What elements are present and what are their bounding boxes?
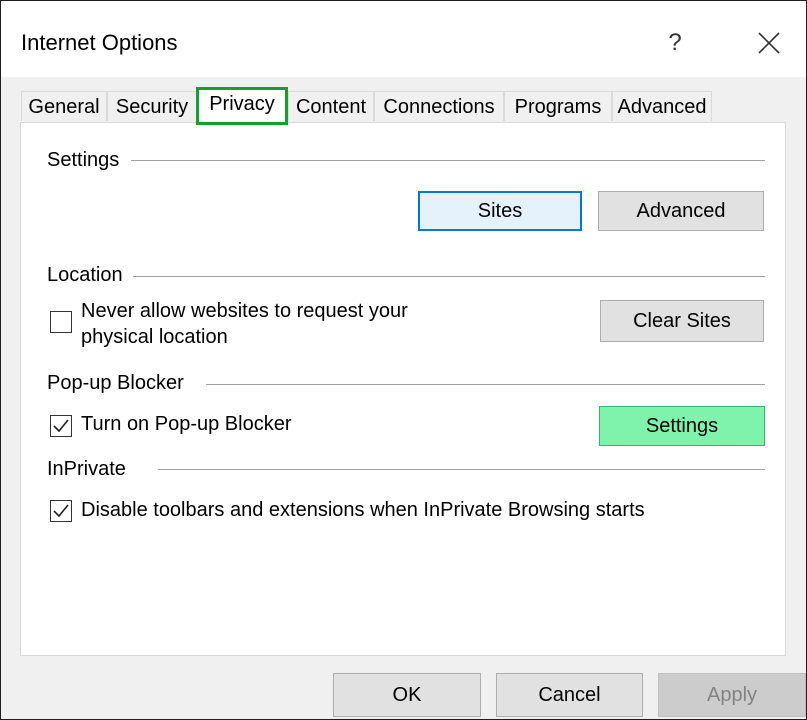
tab-programs[interactable]: Programs [504,91,612,121]
tab-connections[interactable]: Connections [374,91,504,121]
disable-toolbars-checkbox[interactable] [50,500,72,522]
never-allow-location-label-line1: Never allow websites to request your [81,300,408,322]
never-allow-location-label-line2: physical location [81,326,228,348]
inprivate-group-divider [158,469,765,470]
popup-settings-button[interactable]: Settings [599,406,765,446]
location-group-divider [133,276,765,277]
never-allow-location-checkbox[interactable] [50,311,72,333]
privacy-panel: Settings Sites Advanced Location Never a… [20,122,786,656]
disable-toolbars-label: Disable toolbars and extensions when InP… [81,499,645,521]
advanced-button[interactable]: Advanced [598,191,764,231]
help-button[interactable]: ? [653,23,697,63]
popup-group-divider [206,384,765,385]
title-bar: Internet Options ? [1,1,806,77]
settings-group-label: Settings [47,148,128,172]
inprivate-group-label: InPrivate [47,457,134,481]
ok-button[interactable]: OK [333,673,481,717]
tab-strip: General Security Privacy Content Connect… [21,87,801,125]
tab-advanced[interactable]: Advanced [612,91,712,121]
window-title: Internet Options [21,30,178,55]
tab-general[interactable]: General [21,91,107,121]
clear-sites-button[interactable]: Clear Sites [600,300,764,342]
location-group-label: Location [47,263,131,287]
turn-on-popup-blocker-checkbox[interactable] [50,415,72,437]
apply-button[interactable]: Apply [658,673,806,717]
internet-options-dialog: Internet Options ? General Security Priv… [0,0,807,720]
popup-group-label: Pop-up Blocker [47,371,192,395]
settings-group-divider [131,160,765,161]
checkmark-icon [53,419,69,433]
sites-button[interactable]: Sites [418,191,582,231]
tab-security[interactable]: Security [107,91,197,121]
turn-on-popup-blocker-label: Turn on Pop-up Blocker [81,413,292,435]
cancel-button[interactable]: Cancel [496,673,643,717]
close-button[interactable] [749,25,789,65]
checkmark-icon [53,504,69,518]
tab-privacy[interactable]: Privacy [196,87,288,125]
close-icon [758,32,780,54]
tab-content[interactable]: Content [288,91,374,121]
